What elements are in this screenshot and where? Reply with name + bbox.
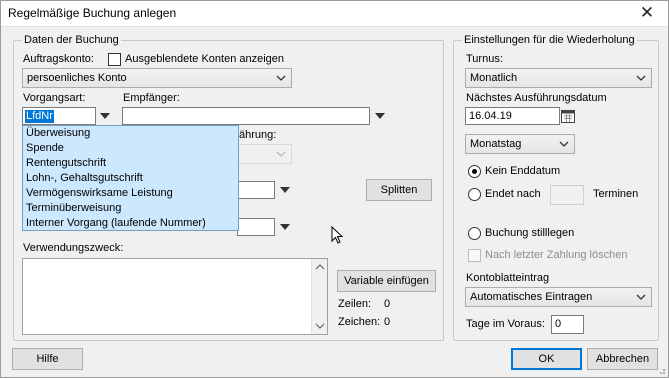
dialog-window: Regelmäßige Buchung anlegen ✕ Daten der … bbox=[0, 0, 669, 378]
help-button[interactable]: Hilfe bbox=[12, 348, 83, 370]
account-select-value: persoenliches Konto bbox=[27, 72, 127, 84]
transaction-type-value: LfdNr bbox=[25, 110, 54, 123]
pause-booking-label: Buchung stilllegen bbox=[485, 227, 575, 239]
booking-data-group-label: Daten der Buchung bbox=[22, 34, 121, 46]
list-item[interactable]: Überweisung bbox=[23, 126, 238, 141]
resize-grip-icon[interactable] bbox=[656, 365, 666, 375]
pause-booking-radio[interactable] bbox=[468, 227, 481, 240]
days-ahead-value: 0 bbox=[555, 318, 562, 330]
ok-button[interactable]: OK bbox=[511, 348, 582, 370]
purpose-label: Verwendungszweck: bbox=[23, 242, 124, 254]
days-ahead-input[interactable]: 0 bbox=[551, 315, 584, 334]
no-end-date-radio[interactable] bbox=[468, 165, 481, 178]
list-item[interactable]: Lohn-, Gehaltsgutschrift bbox=[23, 171, 238, 186]
delete-after-last-label: Nach letzter Zahlung löschen bbox=[485, 249, 628, 261]
chevron-down-icon bbox=[636, 294, 646, 300]
chevron-down-icon bbox=[276, 75, 286, 81]
hidden-select-1 bbox=[237, 144, 292, 164]
day-mode-select[interactable]: Monatstag bbox=[465, 134, 575, 154]
close-icon[interactable]: ✕ bbox=[632, 3, 662, 23]
purpose-textarea[interactable] bbox=[22, 258, 328, 335]
purpose-scrollbar[interactable] bbox=[311, 259, 327, 334]
cancel-button[interactable]: Abbrechen bbox=[587, 348, 658, 370]
list-item[interactable]: Terminüberweisung bbox=[23, 201, 238, 216]
chevron-down-icon bbox=[276, 151, 286, 157]
mouse-cursor-icon bbox=[331, 226, 344, 244]
delete-after-last-checkbox[interactable] bbox=[468, 249, 481, 262]
next-date-label: Nächstes Ausführungsdatum bbox=[466, 92, 607, 104]
chevron-down-icon bbox=[636, 75, 646, 81]
ledger-select[interactable]: Automatisches Eintragen bbox=[465, 287, 652, 307]
dropdown-arrow-icon[interactable] bbox=[277, 181, 293, 199]
recipient-input[interactable] bbox=[122, 107, 370, 125]
next-date-value: 16.04.19 bbox=[469, 110, 512, 122]
repeat-settings-group-label: Einstellungen für die Wiederholung bbox=[462, 34, 637, 46]
hidden-input-1[interactable] bbox=[237, 181, 275, 199]
lines-value: 0 bbox=[384, 298, 391, 310]
transaction-type-listbox[interactable]: Überweisung Spende Rentengutschrift Lohn… bbox=[22, 125, 239, 231]
chars-value: 0 bbox=[384, 316, 391, 328]
list-item[interactable]: Vermögenswirksame Leistung bbox=[23, 186, 238, 201]
ends-after-radio[interactable] bbox=[468, 188, 481, 201]
no-end-date-label: Kein Enddatum bbox=[485, 165, 561, 177]
terms-label: Terminen bbox=[593, 188, 639, 200]
partial-label: ährung: bbox=[239, 129, 277, 141]
account-label: Auftragskonto: bbox=[23, 53, 94, 65]
transaction-type-label: Vorgangsart: bbox=[23, 92, 86, 104]
interval-select[interactable]: Monatlich bbox=[465, 68, 652, 88]
list-item[interactable]: Spende bbox=[23, 141, 238, 156]
list-item[interactable]: Rentengutschrift bbox=[23, 156, 238, 171]
scroll-down-icon[interactable] bbox=[312, 318, 328, 334]
title-bar: Regelmäßige Buchung anlegen ✕ bbox=[1, 1, 668, 27]
split-button[interactable]: Splitten bbox=[366, 179, 432, 201]
calendar-icon[interactable] bbox=[561, 109, 575, 123]
hidden-accounts-checkbox[interactable] bbox=[108, 53, 121, 66]
days-ahead-label: Tage im Voraus: bbox=[466, 318, 545, 330]
transaction-type-dropdown-icon[interactable] bbox=[97, 107, 113, 125]
account-select[interactable]: persoenliches Konto bbox=[22, 68, 292, 88]
next-date-input[interactable]: 16.04.19 bbox=[465, 107, 560, 125]
hidden-input-2[interactable] bbox=[237, 218, 275, 236]
lines-label: Zeilen: bbox=[338, 298, 372, 310]
recipient-label: Empfänger: bbox=[123, 92, 180, 104]
recipient-dropdown-icon[interactable] bbox=[372, 107, 388, 125]
ledger-label: Kontoblatteintrag bbox=[466, 272, 550, 284]
interval-select-value: Monatlich bbox=[470, 72, 518, 84]
ends-after-label: Endet nach bbox=[485, 188, 541, 200]
transaction-type-input[interactable]: LfdNr bbox=[22, 107, 96, 125]
scroll-up-icon[interactable] bbox=[312, 259, 328, 275]
day-mode-value: Monatstag bbox=[470, 138, 522, 150]
chevron-down-icon bbox=[559, 141, 569, 147]
ledger-select-value: Automatisches Eintragen bbox=[470, 291, 593, 303]
chars-label: Zeichen: bbox=[338, 316, 381, 328]
insert-variable-button[interactable]: Variable einfügen bbox=[337, 270, 436, 292]
window-title: Regelmäßige Buchung anlegen bbox=[8, 6, 177, 20]
hidden-accounts-label: Ausgeblendete Konten anzeigen bbox=[125, 53, 285, 65]
dropdown-arrow-icon[interactable] bbox=[277, 218, 293, 236]
ends-after-input[interactable] bbox=[550, 185, 584, 205]
list-item[interactable]: Interner Vorgang (laufende Nummer) bbox=[23, 216, 238, 231]
interval-label: Turnus: bbox=[466, 53, 503, 65]
